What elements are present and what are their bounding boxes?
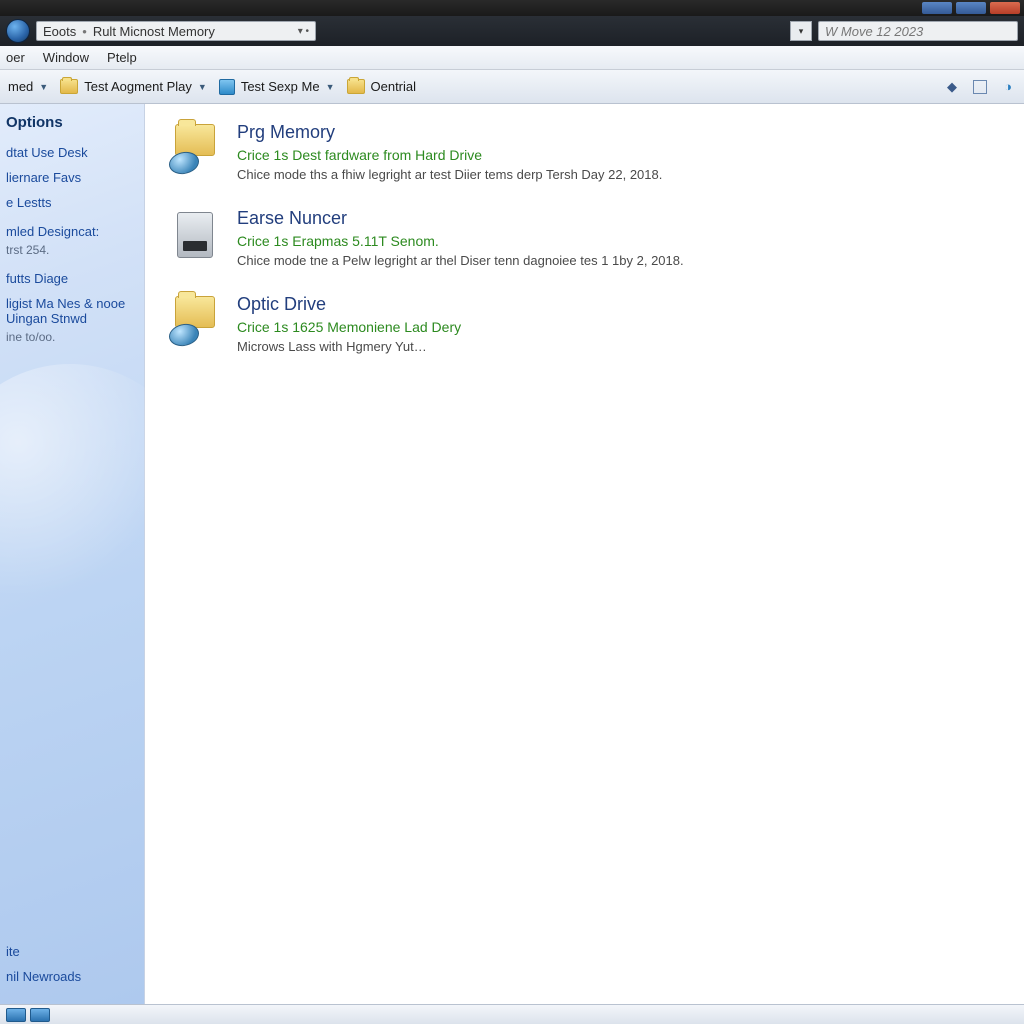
sidebar: Options dtat Use Desk liernare Favs e Le… [0, 104, 145, 1004]
search-input[interactable]: W Move 12 2023 [818, 21, 1018, 41]
list-item[interactable]: Prg Memory Crice 1s Dest fardware from H… [169, 122, 1000, 182]
menu-item[interactable]: oer [6, 50, 25, 65]
sidebar-link[interactable]: e Lestts [6, 195, 134, 210]
sidebar-heading: Options [6, 114, 134, 131]
breadcrumb-segment[interactable]: Rult Micnost Memory [93, 24, 215, 39]
maximize-button[interactable] [956, 2, 986, 14]
folder-icon [60, 79, 78, 94]
toolbar-label: Test Sexp Me [241, 79, 320, 94]
menu-item-window[interactable]: Window [43, 50, 89, 65]
chevron-down-icon: ▼ [326, 82, 335, 92]
sidebar-link[interactable]: ligist Ma Nes & nooe Uingan Stnwd [6, 296, 134, 326]
panel-icon[interactable] [972, 79, 988, 95]
toolbar-label: Test Aogment Play [84, 79, 192, 94]
help-icon[interactable]: ◑ [1000, 79, 1016, 95]
toolbar-button[interactable]: med ▼ [8, 79, 48, 94]
breadcrumb[interactable]: Eoots • Rult Micnost Memory ▾ • [36, 21, 316, 41]
folder-icon [347, 79, 365, 94]
toolbar-label: Oentrial [371, 79, 417, 94]
item-subtitle: Crice 1s Erapmas 5.11T Senom. [237, 233, 684, 249]
app-icon [219, 79, 235, 95]
toolbar-label: med [8, 79, 33, 94]
item-subtitle: Crice 1s 1625 Memoniene Lad Dery [237, 319, 461, 335]
sidebar-link[interactable]: liernare Favs [6, 170, 134, 185]
history-dropdown[interactable]: ▾ [790, 21, 812, 41]
drive-folder-icon [169, 294, 221, 346]
chevron-down-icon[interactable]: ▾ • [298, 26, 309, 37]
back-button[interactable] [6, 19, 30, 43]
taskbar [0, 1004, 1024, 1024]
sidebar-subtext: trst 254. [6, 243, 134, 257]
toolbar-button[interactable]: Oentrial [347, 79, 417, 94]
content-pane: Prg Memory Crice 1s Dest fardware from H… [145, 104, 1024, 1004]
item-desc: Chice mode tne a Pelw legright ar thel D… [237, 253, 684, 268]
drive-folder-icon [169, 122, 221, 174]
hdd-icon [169, 208, 221, 260]
item-desc: Microws Lass with Hgmery Yut… [237, 339, 461, 354]
sidebar-subtext: ine to/oo. [6, 330, 134, 344]
item-title: Prg Memory [237, 122, 662, 143]
menu-bar: oer Window Ptelp [0, 46, 1024, 70]
minimize-button[interactable] [922, 2, 952, 14]
item-subtitle: Crice 1s Dest fardware from Hard Drive [237, 147, 662, 163]
search-placeholder: W Move 12 2023 [825, 24, 923, 39]
address-bar: Eoots • Rult Micnost Memory ▾ • ▾ W Move… [0, 16, 1024, 46]
window-chrome [0, 0, 1024, 16]
item-desc: Chice mode ths a fhiw legright ar test D… [237, 167, 662, 182]
toolbar-button[interactable]: Test Aogment Play ▼ [60, 79, 207, 94]
item-title: Earse Nuncer [237, 208, 684, 229]
item-title: Optic Drive [237, 294, 461, 315]
main-area: Options dtat Use Desk liernare Favs e Le… [0, 104, 1024, 1004]
list-item[interactable]: Optic Drive Crice 1s 1625 Memoniene Lad … [169, 294, 1000, 354]
sidebar-link[interactable]: ite [6, 944, 134, 959]
taskbar-button[interactable] [6, 1008, 26, 1022]
toolbar: med ▼ Test Aogment Play ▼ Test Sexp Me ▼… [0, 70, 1024, 104]
close-button[interactable] [990, 2, 1020, 14]
taskbar-button[interactable] [30, 1008, 50, 1022]
menu-item-help[interactable]: Ptelp [107, 50, 137, 65]
info-icon[interactable]: ◆ [944, 79, 960, 95]
sidebar-link[interactable]: mled Designcat: [6, 224, 134, 239]
breadcrumb-segment[interactable]: Eoots [43, 24, 76, 39]
sidebar-link[interactable]: futts Diage [6, 271, 134, 286]
breadcrumb-sep-icon: • [82, 24, 87, 39]
toolbar-button[interactable]: Test Sexp Me ▼ [219, 79, 335, 95]
chevron-down-icon: ▼ [198, 82, 207, 92]
sidebar-link[interactable]: dtat Use Desk [6, 145, 134, 160]
sidebar-link[interactable]: nil Newroads [6, 969, 134, 984]
chevron-down-icon: ▼ [39, 82, 48, 92]
list-item[interactable]: Earse Nuncer Crice 1s Erapmas 5.11T Seno… [169, 208, 1000, 268]
